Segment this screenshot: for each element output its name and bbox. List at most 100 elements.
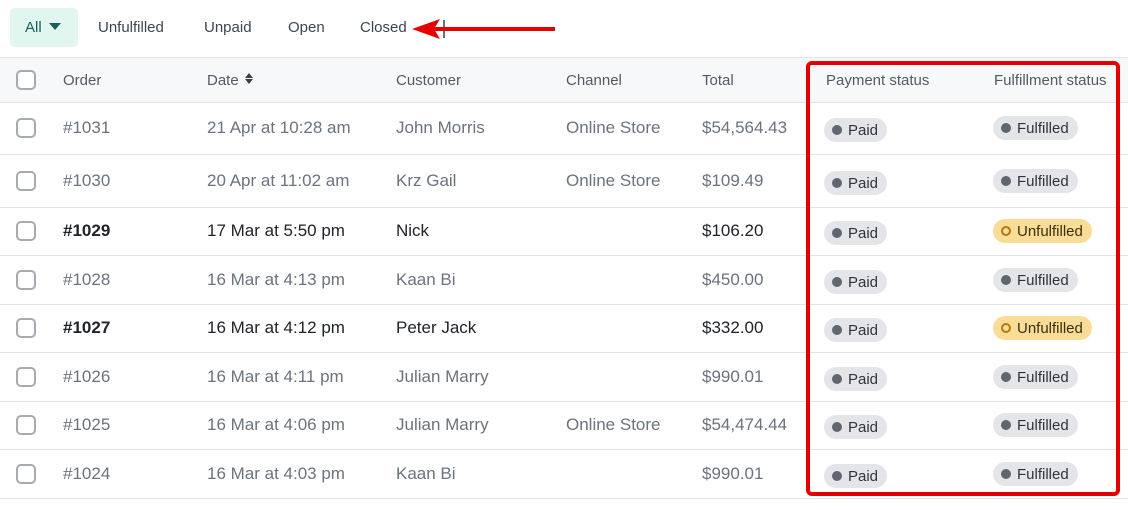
table-row[interactable]: #1029 17 Mar at 5:50 pm Nick $106.20 Paid Unf… <box>0 208 1128 256</box>
order-date: 20 Apr at 11:02 am <box>207 170 350 190</box>
customer-name: Kaan Bi <box>396 463 456 483</box>
status-dot-icon <box>832 470 842 481</box>
row-checkbox[interactable] <box>16 170 36 191</box>
tab-unfulfilled[interactable]: Unfulfilled <box>98 8 164 47</box>
order-date: 21 Apr at 10:28 am <box>207 118 351 137</box>
row-checkbox[interactable] <box>16 118 36 138</box>
customer-name: Julian Marry <box>396 366 489 386</box>
payment-status-badge: Paid <box>824 463 888 488</box>
sales-channel: Online Store <box>566 118 661 137</box>
row-checkbox[interactable] <box>16 366 36 387</box>
fulfillment-status-label: Fulfilled <box>1017 172 1069 190</box>
order-number: #1024 <box>63 463 111 483</box>
payment-status-label: Paid <box>848 225 879 242</box>
column-header-order[interactable]: Order <box>63 58 101 102</box>
order-date: 16 Mar at 4:03 pm <box>207 463 345 483</box>
fulfillment-status-badge: Fulfilled <box>993 168 1078 193</box>
fulfillment-status-label: Fulfilled <box>1017 271 1069 289</box>
row-checkbox[interactable] <box>16 463 36 484</box>
table-row[interactable]: #1031 21 Apr at 10:28 am John Morris Online… <box>0 103 1128 155</box>
payment-status-badge: Paid <box>824 269 888 294</box>
order-total: $450.00 <box>702 269 764 289</box>
caret-down-icon <box>48 23 61 30</box>
fulfillment-status-badge: Fulfilled <box>993 267 1078 292</box>
order-date: 16 Mar at 4:13 pm <box>207 269 345 289</box>
payment-status-label: Paid <box>848 273 879 291</box>
fulfillment-status-label: Unfulfilled <box>1017 223 1083 240</box>
customer-name: Julian Marry <box>396 415 489 434</box>
payment-status-label: Paid <box>848 122 879 139</box>
customer-name: John Morris <box>396 118 485 137</box>
tab-open[interactable]: Open <box>288 8 325 47</box>
tab-unpaid[interactable]: Unpaid <box>204 8 252 47</box>
order-number: #1030 <box>63 170 111 190</box>
order-total: $54,564.43 <box>702 118 788 137</box>
table-row[interactable]: #1027 16 Mar at 4:12 pm Peter Jack $332.00 P… <box>0 305 1128 353</box>
column-header-channel[interactable]: Channel <box>566 58 622 102</box>
table-row[interactable]: #1028 16 Mar at 4:13 pm Kaan Bi $450.00 Paid… <box>0 256 1128 305</box>
payment-status-badge: Paid <box>824 318 888 342</box>
column-header-date[interactable]: Date <box>207 58 253 102</box>
table-row[interactable]: #1024 16 Mar at 4:03 pm Kaan Bi $990.01 Paid… <box>0 450 1128 499</box>
payment-status-badge: Paid <box>824 170 888 195</box>
customer-name: Peter Jack <box>396 318 477 337</box>
status-dot-icon <box>1001 274 1011 285</box>
order-total: $109.49 <box>702 170 764 190</box>
order-number: #1029 <box>63 221 111 240</box>
status-dot-icon <box>1001 468 1011 479</box>
order-date: 17 Mar at 5:50 pm <box>207 221 345 240</box>
order-total: $332.00 <box>702 318 764 337</box>
order-number: #1027 <box>63 318 111 337</box>
fulfillment-status-badge: Fulfilled <box>993 413 1078 437</box>
status-dot-icon <box>832 325 842 335</box>
tab-all-label: All <box>25 19 42 36</box>
customer-name: Nick <box>396 221 430 240</box>
select-all-checkbox[interactable] <box>16 70 36 90</box>
row-checkbox[interactable] <box>16 415 36 435</box>
row-checkbox[interactable] <box>16 318 36 338</box>
fulfillment-status-label: Fulfilled <box>1017 465 1069 483</box>
payment-status-badge: Paid <box>824 221 888 245</box>
order-number: #1026 <box>63 366 111 386</box>
payment-status-badge: Paid <box>824 415 888 439</box>
status-dot-icon <box>1001 175 1011 186</box>
column-header-date-label: Date <box>207 72 239 89</box>
column-header-customer[interactable]: Customer <box>396 58 461 102</box>
fulfillment-status-badge: Unfulfilled <box>993 219 1092 243</box>
fulfillment-status-label: Fulfilled <box>1017 368 1069 386</box>
order-total: $54,474.44 <box>702 415 788 434</box>
tab-all[interactable]: All <box>10 8 78 47</box>
fulfillment-status-badge: Fulfilled <box>993 116 1078 140</box>
order-total: $990.01 <box>702 366 764 386</box>
row-checkbox[interactable] <box>16 221 36 241</box>
table-row[interactable]: #1026 16 Mar at 4:11 pm Julian Marry $990.0… <box>0 353 1128 402</box>
annotation-arrow-icon <box>412 19 555 39</box>
payment-status-label: Paid <box>848 467 879 485</box>
payment-status-badge: Paid <box>824 366 888 391</box>
status-ring-icon <box>1001 323 1011 333</box>
order-date: 16 Mar at 4:12 pm <box>207 318 345 337</box>
payment-status-badge: Paid <box>824 118 888 142</box>
fulfillment-status-badge: Unfulfilled <box>993 316 1092 340</box>
row-checkbox[interactable] <box>16 269 36 290</box>
table-row[interactable]: #1025 16 Mar at 4:06 pm Julian Marry Online… <box>0 402 1128 450</box>
table-row[interactable]: #1030 20 Apr at 11:02 am Krz Gail Online St… <box>0 155 1128 208</box>
fulfillment-status-label: Unfulfilled <box>1017 320 1083 337</box>
sort-icon[interactable] <box>244 73 253 84</box>
fulfillment-status-label: Fulfilled <box>1017 120 1069 137</box>
status-dot-icon <box>832 177 842 188</box>
column-header-total[interactable]: Total <box>702 58 734 102</box>
payment-status-label: Paid <box>848 322 879 339</box>
sales-channel: Online Store <box>566 415 661 434</box>
status-dot-icon <box>1001 371 1011 382</box>
tab-closed[interactable]: Closed <box>360 8 407 47</box>
column-header-fulfillment-status[interactable]: Fulfillment status <box>994 58 1107 102</box>
column-header-payment-status[interactable]: Payment status <box>826 58 929 102</box>
table-header: Order Date Customer Channel Total Paymen… <box>0 57 1128 103</box>
payment-status-label: Paid <box>848 174 879 192</box>
order-number: #1028 <box>63 269 111 289</box>
order-number: #1025 <box>63 415 111 434</box>
status-dot-icon <box>1001 420 1011 430</box>
order-number: #1031 <box>63 118 111 137</box>
order-total: $990.01 <box>702 463 764 483</box>
